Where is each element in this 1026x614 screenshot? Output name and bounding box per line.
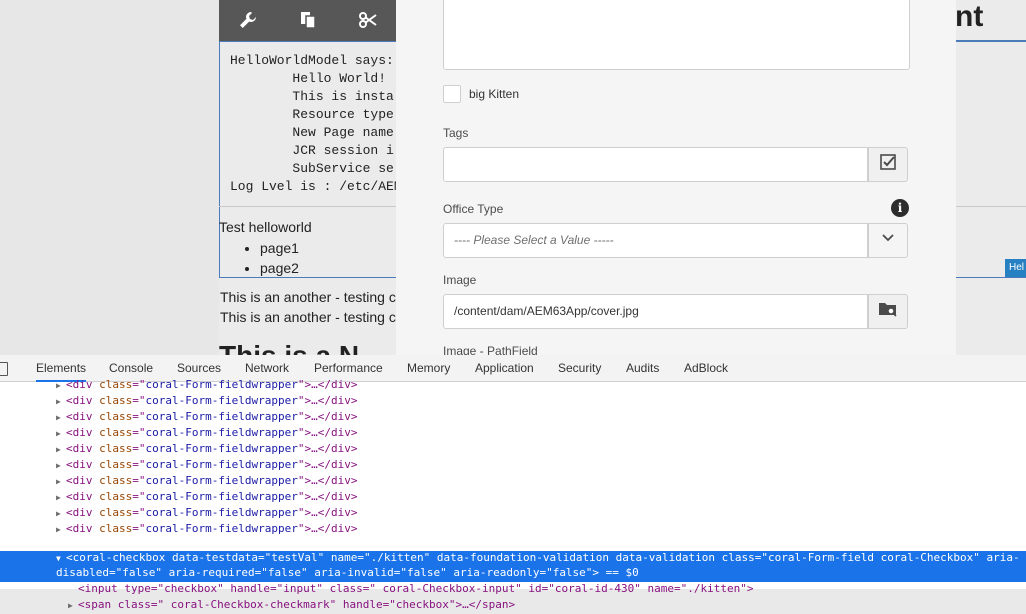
dom-node[interactable]: ▶ <div class="coral-Form-fieldwrapper">…<…: [56, 425, 357, 442]
dom-node[interactable]: ▶ <div class="coral-Form-fieldwrapper">…<…: [56, 393, 357, 410]
tab-application[interactable]: Application: [475, 355, 534, 382]
left-panel: [0, 0, 219, 355]
paragraph-text: This is an another - testing c: [220, 309, 396, 325]
select-placeholder: ---- Please Select a Value -----: [454, 233, 614, 247]
tags-input[interactable]: [443, 147, 868, 182]
image-pathfield-label: Image - PathField: [443, 344, 538, 355]
log-output: HelloWorldModel says: Hello World! This …: [230, 53, 402, 194]
dom-node[interactable]: ▶ <div class="coral-Form-fieldwrapper">…<…: [56, 505, 357, 522]
office-type-label: Office Type: [443, 202, 504, 216]
selected-node-line-2: disabled="false" aria-required="false" a…: [56, 566, 639, 579]
page-heading-fragment: nt: [955, 0, 984, 33]
dom-node[interactable]: ▶ <div class="coral-Form-fieldwrapper">…<…: [56, 489, 357, 506]
component-toolbar: [219, 0, 399, 42]
tab-security[interactable]: Security: [558, 355, 601, 382]
inspect-icon[interactable]: [0, 362, 8, 376]
image-label: Image: [443, 273, 477, 287]
test-helloworld-text: Test helloworld: [219, 219, 312, 235]
checkbox-label[interactable]: big Kitten: [469, 87, 519, 101]
dom-tree: ▶ <div class="coral-Form-fieldwrapper">…<…: [0, 378, 1026, 611]
image-path-input[interactable]: /content/dam/AEM63App/cover.jpg: [443, 294, 868, 329]
devtools-panel: Elements Console Sources Network Perform…: [0, 355, 1026, 611]
dom-node[interactable]: ▶ <div class="coral-Form-fieldwrapper">…<…: [56, 409, 357, 426]
wrench-icon[interactable]: [237, 10, 259, 32]
list-item[interactable]: page1: [260, 238, 299, 258]
tab-memory[interactable]: Memory: [407, 355, 450, 382]
dom-node[interactable]: ▶ <div class="coral-Form-fieldwrapper">…<…: [56, 473, 357, 490]
office-type-dropdown-button[interactable]: [868, 223, 908, 258]
chevron-down-icon: [881, 231, 895, 250]
dom-node-span[interactable]: ▶ <span class=" coral-Checkbox-checkmark"…: [68, 597, 515, 614]
copy-icon[interactable]: [297, 10, 319, 32]
textarea-field[interactable]: [443, 0, 910, 70]
section-heading: This is a N: [219, 340, 395, 355]
dom-node[interactable]: ▶ <div class="coral-Form-fieldwrapper">…<…: [56, 521, 357, 538]
dom-node-input[interactable]: <input type="checkbox" handle="input" cl…: [78, 581, 754, 597]
office-type-select[interactable]: ---- Please Select a Value -----: [443, 223, 868, 258]
big-kitten-checkbox[interactable]: [443, 85, 461, 103]
paragraph-text: This is an another - testing c: [220, 289, 396, 305]
edit-dialog: big Kitten Tags Office Type i ---- Pleas…: [396, 0, 956, 355]
folder-search-icon: [878, 300, 898, 323]
selected-dom-node[interactable]: ▼ <coral-checkbox data-testdata="testVal"…: [0, 551, 1026, 582]
cut-icon[interactable]: [357, 10, 379, 32]
dom-node[interactable]: ▶ <div class="coral-Form-fieldwrapper">…<…: [56, 441, 357, 458]
tab-adblock[interactable]: AdBlock: [684, 355, 728, 382]
image-browse-button[interactable]: [868, 294, 908, 329]
component-label-tag[interactable]: Hel: [1005, 259, 1026, 277]
info-icon[interactable]: i: [891, 199, 909, 217]
list-item[interactable]: page2: [260, 258, 299, 278]
tags-label: Tags: [443, 126, 469, 140]
tags-picker-button[interactable]: [868, 147, 908, 182]
dom-node[interactable]: ▶ <div class="coral-Form-fieldwrapper">…<…: [56, 457, 357, 474]
checkbox-select-icon: [879, 153, 897, 176]
dom-node[interactable]: ▶ <div class="coral-Form-fieldwrapper">…<…: [56, 377, 357, 394]
tab-audits[interactable]: Audits: [626, 355, 659, 382]
page-list: page1 page2: [236, 238, 299, 278]
